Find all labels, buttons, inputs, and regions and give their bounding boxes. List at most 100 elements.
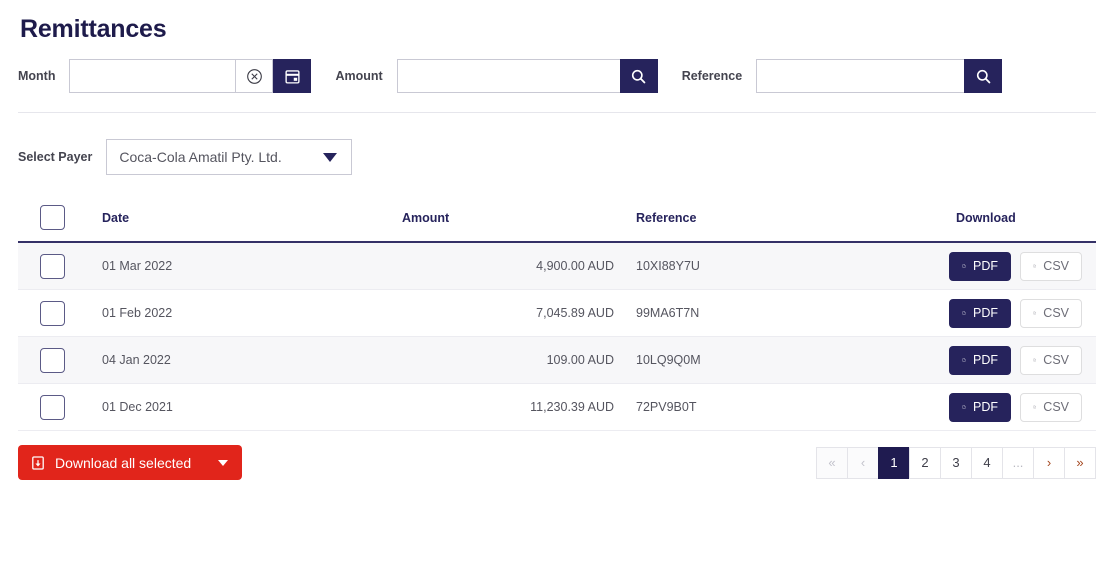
pagination-page-2[interactable]: 2 [909,446,941,479]
pdf-label: PDF [973,259,998,273]
reference-search-button[interactable] [964,59,1003,93]
csv-label: CSV [1043,259,1069,273]
amount-label: Amount [335,69,383,83]
table-row: 01 Feb 2022 7,045.89 AUD 99MA6T7N PDF CSV [18,289,1096,337]
download-pdf-button[interactable]: PDF [949,392,1011,422]
month-label: Month [18,69,56,83]
column-header-date: Date [102,210,130,225]
reference-input[interactable] [756,59,965,93]
download-csv-button[interactable]: CSV [1020,298,1082,328]
csv-label: CSV [1043,353,1069,367]
payer-bar: Select Payer Coca-Cola Amatil Pty. Ltd. [18,139,1096,175]
table-row: 01 Mar 2022 4,900.00 AUD 10XI88Y7U PDF CSV [18,242,1096,290]
select-all-checkbox[interactable] [40,205,65,230]
cell-reference: 99MA6T7N [614,289,956,337]
pdf-file-icon [962,311,966,315]
cell-download: PDF CSV [949,242,1096,290]
search-icon [632,69,646,83]
download-all-selected-label: Download all selected [55,454,192,471]
select-payer-label: Select Payer [18,150,93,164]
csv-file-icon [1033,358,1036,362]
csv-label: CSV [1043,306,1069,320]
row-select-cell [18,336,80,384]
download-buttons: PDF CSV [949,251,1096,281]
select-all-header [18,205,80,242]
table-row: 01 Dec 2021 11,230.39 AUD 72PV9B0T PDF CSV [18,383,1096,431]
cell-download: PDF CSV [949,289,1096,337]
download-buttons: PDF CSV [949,345,1096,375]
amount-input[interactable] [396,59,620,93]
reference-input-wrap [756,59,1003,93]
row-checkbox[interactable] [40,347,65,373]
page-title: Remittances [20,15,167,43]
table-row: 04 Jan 2022 109.00 AUD 10LQ9Q0M PDF CSV [18,336,1096,384]
calendar-icon [285,69,300,84]
month-input[interactable] [69,59,236,93]
month-clear-button[interactable] [235,59,274,93]
download-pdf-button[interactable]: PDF [949,345,1011,375]
csv-file-icon [1033,264,1036,268]
download-all-selected-button[interactable]: Download all selected [18,445,243,480]
pagination-prev: ‹ [847,446,879,479]
download-csv-button[interactable]: CSV [1020,345,1082,375]
file-download-icon [32,455,44,470]
csv-label: CSV [1043,400,1069,414]
table-head: Date Amount Reference Download [18,205,1096,242]
pdf-file-icon [962,405,966,409]
cell-download: PDF CSV [949,336,1096,384]
pagination-first: « [816,446,848,479]
pdf-label: PDF [973,400,998,414]
month-filter: Month [18,59,312,93]
reference-label: Reference [681,69,743,83]
download-pdf-button[interactable]: PDF [949,298,1011,328]
download-csv-button[interactable]: CSV [1020,392,1082,422]
amount-filter: Amount [335,59,658,93]
row-checkbox[interactable] [40,300,65,326]
pagination-page-4[interactable]: 4 [971,446,1003,479]
amount-input-wrap [396,59,658,93]
download-pdf-button[interactable]: PDF [949,251,1011,281]
remittances-table: Date Amount Reference Download 01 Mar 20… [18,205,1096,431]
amount-search-button[interactable] [619,59,658,93]
payer-select[interactable]: Coca-Cola Amatil Pty. Ltd. [106,139,353,175]
pdf-file-icon [962,358,966,362]
search-icon [976,69,990,83]
table-header-row: Date Amount Reference Download [18,205,1096,242]
month-input-wrap [69,59,312,93]
circle-x-icon [247,68,262,84]
cell-amount: 11,230.39 AUD [402,383,614,431]
cell-amount: 4,900.00 AUD [402,242,614,290]
column-header-download: Download [956,210,1016,225]
row-select-cell [18,242,80,290]
pagination-next[interactable]: › [1033,446,1065,479]
cell-date: 01 Dec 2021 [80,383,402,431]
table-body: 01 Mar 2022 4,900.00 AUD 10XI88Y7U PDF CSV 01… [18,242,1096,431]
row-checkbox[interactable] [40,394,65,420]
csv-file-icon [1033,405,1036,409]
payer-selected-value: Coca-Cola Amatil Pty. Ltd. [119,149,282,165]
cell-download: PDF CSV [949,383,1096,431]
pagination: «‹ 1 2 3 4... ›» [816,446,1096,479]
row-select-cell [18,383,80,431]
download-csv-button[interactable]: CSV [1020,251,1082,281]
cell-date: 01 Mar 2022 [80,242,402,290]
caret-down-icon[interactable] [218,459,229,466]
pagination-last[interactable]: » [1064,446,1096,479]
month-calendar-button[interactable] [273,59,312,93]
cell-date: 01 Feb 2022 [80,289,402,337]
cell-date: 04 Jan 2022 [80,336,402,384]
column-header-reference: Reference [636,210,697,225]
filter-divider [18,112,1096,113]
pdf-label: PDF [973,306,998,320]
remittances-page: Remittances Month Amount Reference Selec… [0,12,1114,580]
pagination-ellipsis: ... [1002,446,1034,479]
row-select-cell [18,289,80,337]
csv-file-icon [1033,311,1036,315]
row-checkbox[interactable] [40,253,65,279]
pagination-page-1[interactable]: 1 [878,446,910,479]
cell-amount: 109.00 AUD [402,336,614,384]
pdf-file-icon [962,264,966,268]
pagination-page-3[interactable]: 3 [940,446,972,479]
chevron-down-icon [323,152,338,162]
pdf-label: PDF [973,353,998,367]
